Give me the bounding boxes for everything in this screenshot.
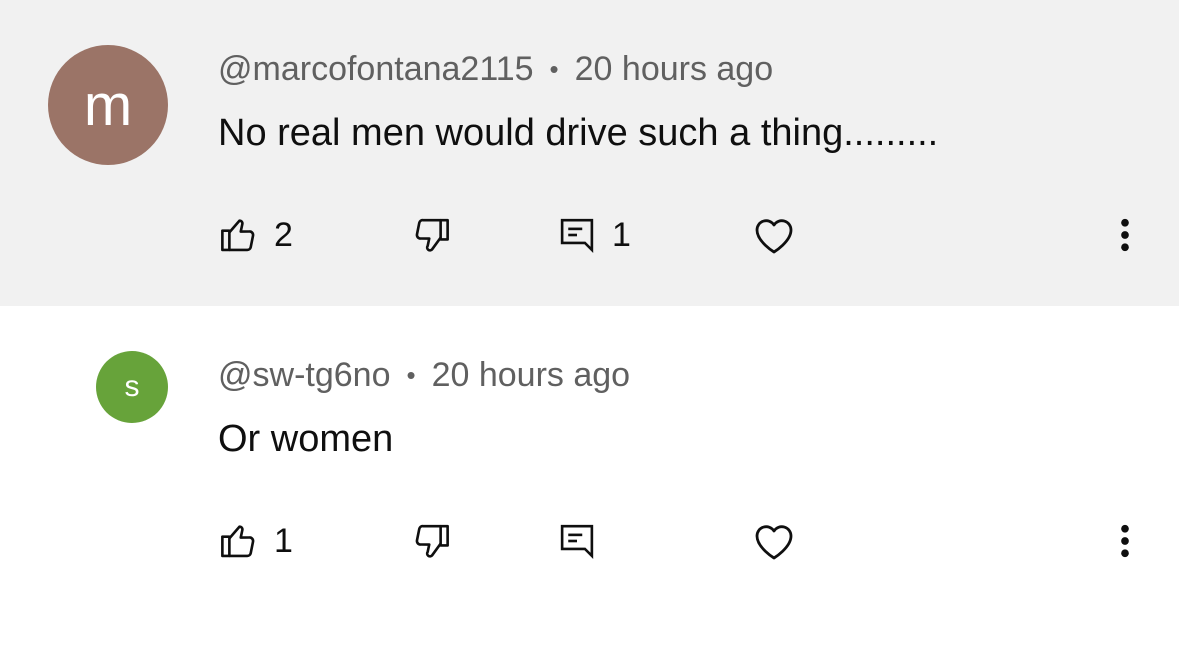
reply-button[interactable] (556, 511, 598, 571)
comment-text: Or women (218, 418, 394, 460)
comment-actions: 1 (0, 511, 1179, 571)
thumbs-down-icon (415, 218, 449, 252)
more-vert-icon (1121, 524, 1129, 558)
comment-time[interactable]: 20 hours ago (432, 356, 631, 395)
heart-button[interactable] (750, 511, 798, 571)
more-vert-icon (1121, 218, 1129, 252)
thumbs-up-icon (221, 219, 255, 252)
dislike-button[interactable] (410, 511, 452, 571)
meta-separator: • (406, 360, 416, 390)
avatar[interactable]: m (48, 45, 168, 165)
like-button[interactable]: 1 (218, 511, 293, 571)
comment-actions: 2 1 (0, 205, 1179, 265)
comment-time[interactable]: 20 hours ago (575, 50, 774, 89)
comment-card: m @marcofontana2115 • 20 hours ago No re… (0, 0, 1179, 306)
heart-icon (755, 525, 793, 560)
like-count: 1 (274, 521, 293, 560)
reply-button[interactable]: 1 (556, 205, 631, 265)
comment-text: No real men would drive such a thing....… (218, 112, 939, 154)
avatar-letter: m (83, 72, 133, 138)
dislike-button[interactable] (410, 205, 452, 265)
more-options-button[interactable] (1110, 511, 1140, 571)
avatar[interactable]: s (96, 351, 168, 423)
meta-separator: • (549, 54, 559, 84)
comment-meta: @sw-tg6no • 20 hours ago (218, 356, 630, 395)
comment-meta: @marcofontana2115 • 20 hours ago (218, 50, 773, 89)
thumbs-down-icon (415, 524, 449, 558)
reply-comment-card: s @sw-tg6no • 20 hours ago Or women 1 (0, 306, 1179, 658)
thumbs-up-icon (221, 525, 255, 558)
avatar-letter: s (124, 370, 140, 403)
reply-icon (560, 218, 594, 254)
like-count: 2 (274, 215, 293, 254)
reply-icon (560, 524, 594, 560)
heart-button[interactable] (750, 205, 798, 265)
author-handle[interactable]: @sw-tg6no (218, 356, 390, 395)
heart-icon (755, 219, 793, 254)
author-handle[interactable]: @marcofontana2115 (218, 50, 534, 89)
like-button[interactable]: 2 (218, 205, 293, 265)
reply-count: 1 (612, 215, 631, 254)
more-options-button[interactable] (1110, 205, 1140, 265)
